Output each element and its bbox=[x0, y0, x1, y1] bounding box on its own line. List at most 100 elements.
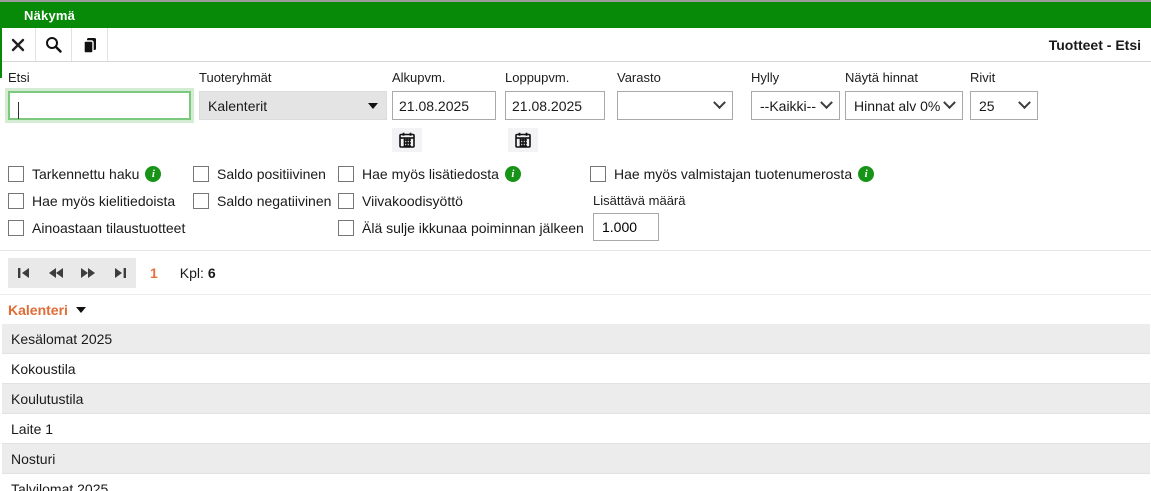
checkbox-item[interactable]: Ainoastaan tilaustuotteet bbox=[8, 214, 185, 241]
close-button[interactable] bbox=[0, 28, 36, 61]
checkbox-column-4: Hae myös valmistajan tuotenumerosta i Li… bbox=[590, 160, 874, 241]
row-label: Laite 1 bbox=[11, 421, 53, 437]
table-row[interactable]: Koulutustila bbox=[2, 384, 1150, 414]
show-prices-field: Näytä hinnat Hinnat alv 0% bbox=[845, 70, 963, 120]
checkbox[interactable] bbox=[8, 166, 24, 182]
warehouse-field: Varasto bbox=[617, 70, 733, 120]
quantity-input[interactable] bbox=[593, 213, 659, 241]
checkbox-item[interactable]: Hae myös valmistajan tuotenumerosta i bbox=[590, 160, 874, 187]
first-page-icon bbox=[17, 267, 31, 279]
table-row[interactable]: Nosturi bbox=[2, 444, 1150, 474]
result-count-label: Kpl: bbox=[180, 265, 204, 281]
copy-button[interactable] bbox=[72, 28, 108, 61]
chevron-down-icon bbox=[713, 96, 726, 109]
table-row[interactable]: Laite 1 bbox=[2, 414, 1150, 444]
checkbox[interactable] bbox=[193, 193, 209, 209]
end-date-label: Loppupvm. bbox=[505, 70, 605, 85]
checkbox[interactable] bbox=[338, 166, 354, 182]
show-prices-value: Hinnat alv 0% bbox=[854, 98, 940, 114]
checkbox-item[interactable]: Hae myös lisätiedosta i bbox=[338, 160, 584, 187]
column-header-kalenteri[interactable]: Kalenteri bbox=[0, 295, 1151, 324]
page-title: Tuotteet - Etsi bbox=[1049, 37, 1151, 53]
quantity-label: Lisättävä määrä bbox=[593, 193, 874, 208]
table-row[interactable]: Talvilomat 2025 bbox=[2, 474, 1150, 491]
shelf-select[interactable]: --Kaikki-- bbox=[751, 91, 840, 120]
rows-select[interactable]: 25 bbox=[970, 91, 1038, 120]
search-button[interactable] bbox=[36, 28, 72, 61]
start-date-input[interactable] bbox=[392, 91, 496, 120]
last-page-button[interactable] bbox=[104, 258, 136, 288]
checkbox[interactable] bbox=[8, 220, 24, 236]
close-icon bbox=[11, 38, 25, 52]
search-input[interactable] bbox=[8, 91, 191, 120]
search-field-group: Etsi bbox=[8, 70, 191, 120]
start-date-field: Alkupvm. bbox=[392, 70, 496, 120]
row-label: Nosturi bbox=[11, 451, 55, 467]
checkbox[interactable] bbox=[590, 166, 606, 182]
show-prices-label: Näytä hinnat bbox=[845, 70, 963, 85]
checkbox[interactable] bbox=[8, 193, 24, 209]
current-page-number[interactable]: 1 bbox=[150, 265, 158, 281]
chevron-down-icon bbox=[820, 96, 833, 109]
shelf-label: Hylly bbox=[751, 70, 840, 85]
warehouse-label: Varasto bbox=[617, 70, 733, 85]
last-page-icon bbox=[113, 267, 127, 279]
prev-page-button[interactable] bbox=[40, 258, 72, 288]
row-label: Kokoustila bbox=[11, 361, 76, 377]
checkbox-label: Hae myös valmistajan tuotenumerosta bbox=[614, 166, 852, 182]
checkbox-item[interactable]: Saldo positiivinen bbox=[193, 160, 331, 187]
product-group-label: Tuoteryhmät bbox=[199, 70, 387, 85]
next-page-button[interactable] bbox=[72, 258, 104, 288]
checkbox-item[interactable]: Älä sulje ikkunaa poiminnan jälkeen bbox=[338, 214, 584, 241]
checkbox-label: Hae myös kielitiedoista bbox=[32, 193, 175, 209]
row-label: Talvilomat 2025 bbox=[11, 481, 108, 491]
product-group-value: Kalenterit bbox=[208, 98, 267, 114]
checkbox[interactable] bbox=[193, 166, 209, 182]
checkbox-item[interactable]: Hae myös kielitiedoista bbox=[8, 187, 185, 214]
first-page-button[interactable] bbox=[8, 258, 40, 288]
checkbox[interactable] bbox=[338, 193, 354, 209]
start-date-calendar-button[interactable] bbox=[392, 128, 422, 152]
text-caret bbox=[18, 102, 19, 119]
results-table: Kalenteri Kesälomat 2025 Kokoustila Koul… bbox=[0, 294, 1151, 491]
product-group-dropdown[interactable]: Kalenterit bbox=[199, 91, 387, 120]
checkbox-item[interactable]: Viivakoodisyöttö bbox=[338, 187, 584, 214]
title-bar: Näkymä bbox=[0, 2, 1151, 28]
next-page-icon bbox=[80, 267, 96, 279]
info-icon[interactable]: i bbox=[505, 166, 521, 182]
toolbar: Tuotteet - Etsi bbox=[0, 28, 1151, 62]
checkbox-label: Hae myös lisätiedosta bbox=[362, 166, 499, 182]
checkbox-column-3: Hae myös lisätiedosta i Viivakoodisyöttö… bbox=[338, 160, 584, 241]
show-prices-select[interactable]: Hinnat alv 0% bbox=[845, 91, 963, 120]
search-icon bbox=[45, 36, 62, 53]
pagination-controls bbox=[8, 258, 136, 288]
checkbox-section: Tarkennettu haku i Hae myös kielitiedois… bbox=[0, 158, 1151, 246]
checkbox[interactable] bbox=[338, 220, 354, 236]
checkbox-label: Tarkennettu haku bbox=[32, 166, 139, 182]
checkbox-item[interactable]: Saldo negatiivinen bbox=[193, 187, 331, 214]
checkbox-label: Ainoastaan tilaustuotteet bbox=[32, 220, 185, 236]
row-label: Kesälomat 2025 bbox=[11, 331, 112, 347]
end-date-calendar-button[interactable] bbox=[508, 128, 538, 152]
checkbox-column-1: Tarkennettu haku i Hae myös kielitiedois… bbox=[8, 160, 185, 241]
prev-page-icon bbox=[48, 267, 64, 279]
sort-descending-icon bbox=[76, 307, 86, 313]
filter-section: Etsi Tuoteryhmät Kalenterit Alkupvm. Lop… bbox=[0, 62, 1151, 158]
dropdown-arrow-icon bbox=[368, 103, 378, 109]
calendar-icon bbox=[399, 132, 415, 148]
row-label: Koulutustila bbox=[11, 391, 83, 407]
info-icon[interactable]: i bbox=[145, 166, 161, 182]
table-row[interactable]: Kokoustila bbox=[2, 354, 1150, 384]
checkbox-item[interactable]: Tarkennettu haku i bbox=[8, 160, 185, 187]
end-date-field: Loppupvm. bbox=[505, 70, 605, 120]
rows-label: Rivit bbox=[970, 70, 1038, 85]
window-title: Näkymä bbox=[24, 8, 75, 23]
calendar-icon bbox=[515, 132, 531, 148]
search-label: Etsi bbox=[8, 70, 191, 85]
warehouse-select[interactable] bbox=[617, 91, 733, 120]
product-group-field: Tuoteryhmät Kalenterit bbox=[199, 70, 387, 120]
info-icon[interactable]: i bbox=[858, 166, 874, 182]
table-row[interactable]: Kesälomat 2025 bbox=[2, 324, 1150, 354]
result-count-value: 6 bbox=[208, 265, 216, 281]
end-date-input[interactable] bbox=[505, 91, 605, 120]
